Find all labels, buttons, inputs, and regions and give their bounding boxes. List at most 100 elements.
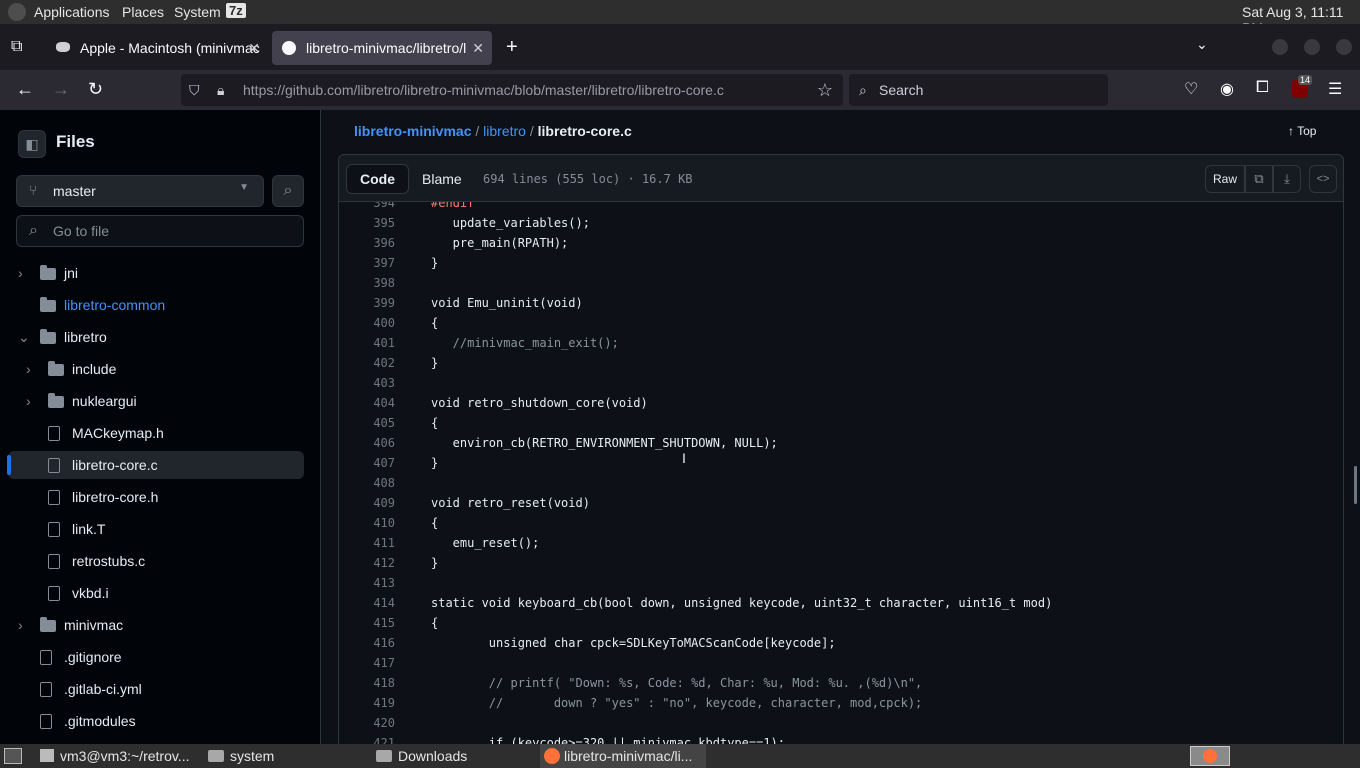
taskbar-item-firefox[interactable]: libretro-minivmac/li... (540, 744, 706, 768)
top-button[interactable]: ↑ Top (1288, 124, 1316, 138)
symbols-panel-icon[interactable]: <> (1309, 165, 1337, 193)
places-menu[interactable]: Places (122, 4, 164, 20)
extensions-puzzle-icon[interactable]: ⧠ (1256, 79, 1269, 97)
line-number[interactable]: 403 (339, 376, 395, 390)
code-view[interactable]: 394 #endif 395 update_variables(); 396 pre_… (338, 202, 1344, 744)
line-number[interactable]: 416 (339, 636, 395, 650)
tab-libretro-core[interactable]: libretro-minivmac/libretro/l ✕ (272, 31, 492, 65)
line-number[interactable]: 418 (339, 676, 395, 690)
tree-item[interactable]: › nukleargui (8, 387, 304, 415)
tree-item[interactable]: .gitignore (8, 643, 304, 671)
raw-button[interactable]: Raw (1205, 165, 1245, 193)
chevron-right-icon[interactable]: › (26, 387, 31, 415)
close-tab-icon[interactable]: ✕ (248, 31, 260, 65)
line-number[interactable]: 406 (339, 436, 395, 450)
line-number[interactable]: 419 (339, 696, 395, 710)
account-icon[interactable]: ◉ (1220, 79, 1234, 99)
line-number[interactable]: 417 (339, 656, 395, 670)
code-line: } (431, 256, 439, 270)
chevron-down-icon[interactable]: ⌄ (18, 323, 30, 351)
taskbar-item-terminal[interactable]: vm3@vm3:~/retrov... (36, 744, 200, 768)
show-desktop-icon[interactable] (4, 748, 22, 764)
line-number[interactable]: 395 (339, 216, 395, 230)
new-tab-icon[interactable]: + (506, 36, 518, 59)
go-to-file-input[interactable]: ⌕ Go to file (16, 215, 304, 247)
search-bar[interactable]: ⌕ Search (849, 74, 1108, 106)
tree-item[interactable]: › include (8, 355, 304, 383)
close-tab-icon[interactable]: ✕ (472, 31, 484, 65)
line-number[interactable]: 412 (339, 556, 395, 570)
bookmark-star-icon[interactable]: ☆ (817, 74, 833, 106)
distro-logo-icon[interactable] (8, 3, 26, 21)
line-number[interactable]: 402 (339, 356, 395, 370)
line-number[interactable]: 401 (339, 336, 395, 350)
branch-selector[interactable]: ⑂ master ▼ (16, 175, 264, 207)
search-files-button[interactable]: ⌕ (272, 175, 304, 207)
tree-item[interactable]: › minivmac (8, 611, 304, 639)
lock-icon[interactable]: 🔒︎ (217, 74, 224, 106)
chevron-right-icon[interactable]: › (18, 259, 23, 287)
line-number[interactable]: 400 (339, 316, 395, 330)
chevron-right-icon[interactable]: › (18, 611, 23, 639)
breadcrumb-folder-link[interactable]: libretro (483, 123, 526, 139)
hamburger-menu-icon[interactable]: ☰ (1328, 79, 1342, 99)
download-icon[interactable]: ⤓ (1273, 165, 1301, 193)
blame-tab[interactable]: Blame (422, 164, 462, 194)
taskbar-item-system[interactable]: system (206, 744, 366, 768)
breadcrumb-separator: / (529, 123, 534, 139)
line-number[interactable]: 399 (339, 296, 395, 310)
tree-item[interactable]: link.T (8, 515, 304, 543)
tree-item[interactable]: › jni (8, 259, 304, 287)
line-number[interactable]: 397 (339, 256, 395, 270)
tree-item[interactable]: libretro-common (8, 291, 304, 319)
line-number[interactable]: 408 (339, 476, 395, 490)
tree-item[interactable]: .gitmodules (8, 707, 304, 735)
minimize-window-icon[interactable] (1272, 39, 1288, 55)
tree-item[interactable]: libretro-core.h (8, 483, 304, 511)
applications-menu[interactable]: Applications (34, 4, 110, 20)
tree-item[interactable]: MACkeymap.h (8, 419, 304, 447)
line-number[interactable]: 409 (339, 496, 395, 510)
pocket-icon[interactable]: ♡ (1184, 79, 1198, 99)
line-number[interactable]: 420 (339, 716, 395, 730)
shield-icon[interactable]: ⛉ (189, 74, 200, 106)
list-tabs-chevron-down-icon[interactable]: ⌄ (1196, 36, 1208, 53)
line-number[interactable]: 405 (339, 416, 395, 430)
tab-apple-macintosh[interactable]: Apple - Macintosh (minivmac ✕ (46, 31, 268, 65)
tree-item[interactable]: .gitlab-ci.yml (8, 675, 304, 703)
line-number[interactable]: 415 (339, 616, 395, 630)
tab-overview-icon[interactable]: ⧉ (11, 38, 22, 56)
line-number[interactable]: 394 (339, 202, 395, 210)
line-number[interactable]: 404 (339, 396, 395, 410)
workspace-switcher[interactable] (1190, 746, 1230, 766)
tree-item[interactable]: retrostubs.c (8, 547, 304, 575)
line-number[interactable]: 413 (339, 576, 395, 590)
line-number[interactable]: 410 (339, 516, 395, 530)
tree-item[interactable]: libretro-core.c (7, 451, 304, 479)
tree-item[interactable]: vkbd.i (8, 579, 304, 607)
system-menu[interactable]: System (174, 4, 221, 20)
tree-item-label: include (72, 361, 117, 377)
url-text[interactable]: https://github.com/libretro/libretro-min… (243, 74, 724, 106)
code-tab[interactable]: Code (346, 164, 409, 194)
line-number[interactable]: 398 (339, 276, 395, 290)
forward-arrow-icon[interactable]: → (52, 79, 70, 100)
reload-icon[interactable]: ↻ (88, 79, 103, 100)
collapse-sidebar-icon[interactable]: ◧ (18, 130, 46, 158)
line-number[interactable]: 396 (339, 236, 395, 250)
close-window-icon[interactable] (1336, 39, 1352, 55)
taskbar-item-downloads[interactable]: Downloads (374, 744, 534, 768)
7zip-launcher-icon[interactable]: 7z (226, 3, 246, 18)
breadcrumb-repo-link[interactable]: libretro-minivmac (354, 123, 471, 139)
scrollbar-thumb[interactable] (1354, 466, 1357, 504)
line-number[interactable]: 407 (339, 456, 395, 470)
back-arrow-icon[interactable]: ← (16, 79, 34, 100)
copy-icon[interactable]: ⧉ (1245, 165, 1273, 193)
url-bar[interactable]: ⛉ 🔒︎ https://github.com/libretro/libretr… (181, 74, 843, 106)
line-number[interactable]: 414 (339, 596, 395, 610)
tree-item[interactable]: ⌄ libretro (8, 323, 304, 351)
chevron-right-icon[interactable]: › (26, 355, 31, 383)
line-number[interactable]: 411 (339, 536, 395, 550)
maximize-window-icon[interactable] (1304, 39, 1320, 55)
line-number[interactable]: 421 (339, 736, 395, 744)
